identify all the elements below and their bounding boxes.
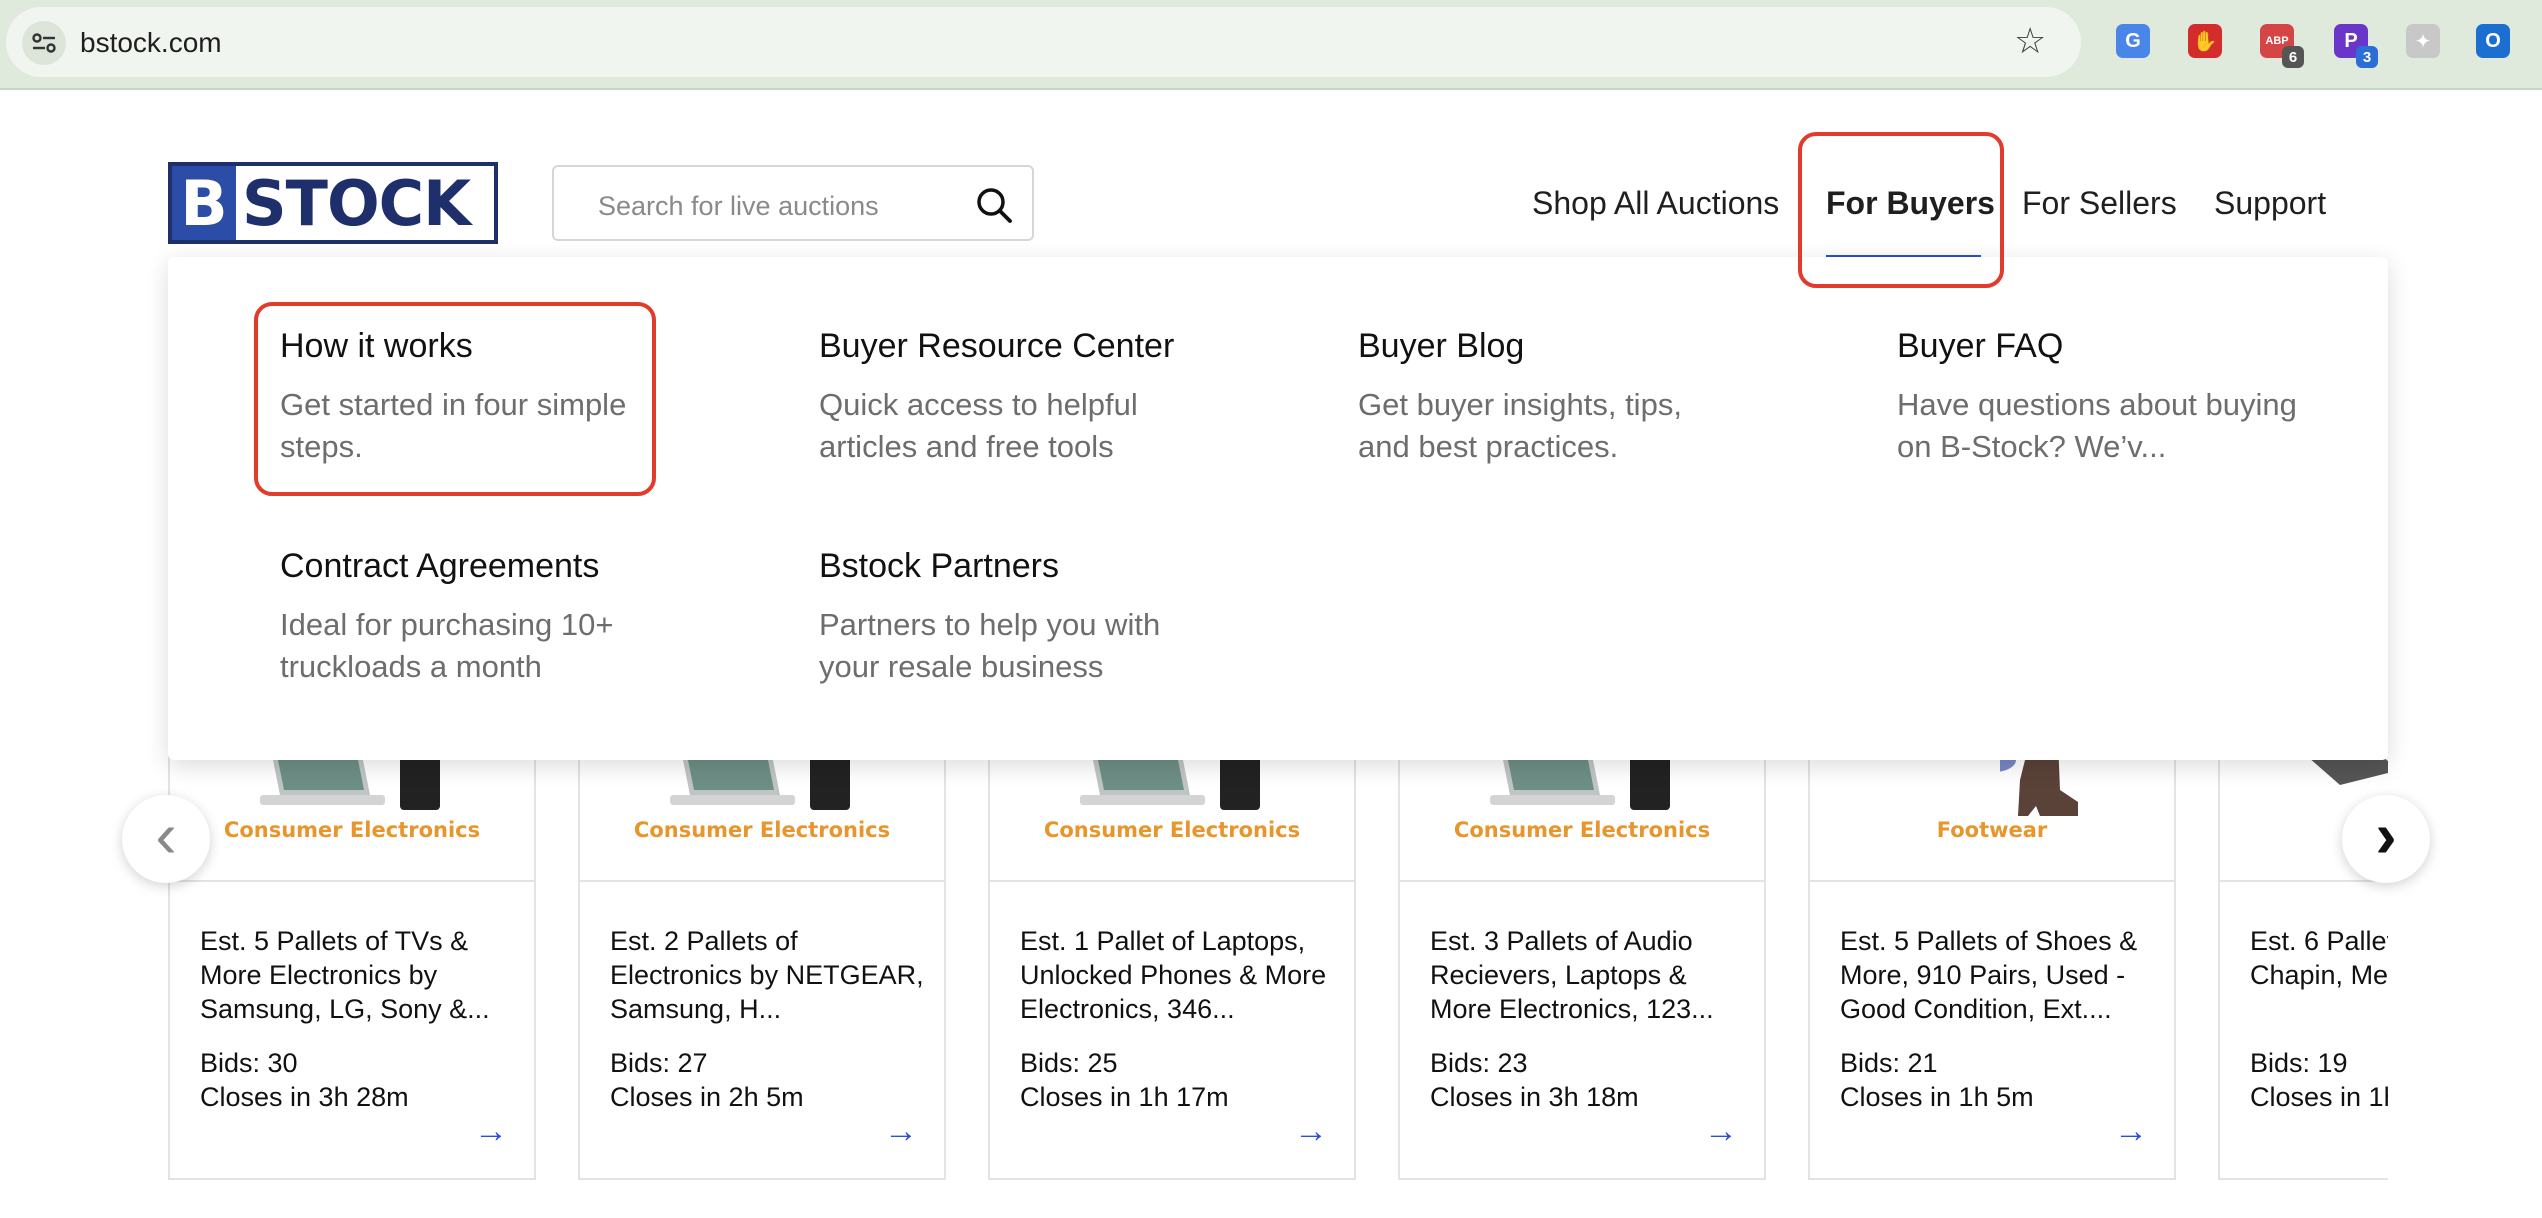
card-title[interactable]: Est. 5 Pallets of TVs & More Electronics… — [200, 924, 520, 1026]
chevron-right-icon: › — [2375, 799, 2397, 871]
dropdown-item-buyer-faq[interactable]: Buyer FAQ Have questions about buying on… — [1897, 327, 2317, 468]
card-closes: Closes in 2h 5m — [610, 1082, 804, 1112]
card-category: Consumer Electronics — [1453, 818, 1711, 842]
annotation-how-it-works — [254, 302, 656, 496]
search-icon[interactable] — [974, 185, 1014, 225]
puzzle-extension-icon[interactable]: ✦ — [2406, 24, 2440, 58]
stop-hand-icon[interactable]: ✋ — [2188, 24, 2222, 58]
outlook-icon[interactable]: O — [2476, 24, 2510, 58]
browser-toolbar: bstock.com ☆ G ✋ ABP 6 P 3 ✦ O — [0, 0, 2542, 90]
card-closes: Closes in 3h 28m — [200, 1082, 409, 1112]
dropdown-item-title: Contract Agreements — [280, 547, 600, 585]
card-title[interactable]: Est. 6 Pallet Improveme Chapin, Me — [2250, 924, 2388, 992]
extension-badge: 3 — [2356, 46, 2378, 68]
dropdown-item-title: Buyer Blog — [1358, 327, 1525, 365]
card-image: Consumer Electronics — [580, 740, 944, 882]
dropdown-item-desc: Quick access to helpful articles and fre… — [819, 387, 1138, 464]
logo-b: B — [172, 166, 236, 240]
phone-image — [1220, 752, 1260, 810]
auction-card[interactable]: Consumer Electronics Est. 3 Pallets of A… — [1398, 740, 1766, 1180]
card-bids: Bids: 23 — [1430, 1048, 1528, 1078]
card-category: Consumer Electronics — [1043, 818, 1301, 842]
card-title[interactable]: Est. 3 Pallets of Audio Recievers, Lapto… — [1430, 924, 1750, 1026]
dropdown-item-desc: Have questions about buying on B-Stock? … — [1897, 387, 2297, 464]
card-bids: Bids: 21 — [1840, 1048, 1938, 1078]
carousel-prev-button[interactable]: ‹ — [122, 795, 210, 883]
carousel-next-button[interactable]: › — [2342, 795, 2430, 883]
card-category: Consumer Electronics — [223, 818, 481, 842]
search-placeholder: Search for live auctions — [598, 191, 879, 221]
arrow-right-icon[interactable]: → — [1294, 1112, 1328, 1151]
card-bids: Bids: 25 — [1020, 1048, 1118, 1078]
arrow-right-icon[interactable]: → — [1704, 1112, 1738, 1151]
dropdown-item-title: Bstock Partners — [819, 547, 1059, 585]
annotation-for-buyers — [1798, 132, 2004, 288]
auction-carousel: Consumer Electronics Est. 5 Pallets of T… — [168, 740, 2388, 1180]
site-settings-icon[interactable] — [22, 21, 66, 65]
card-title[interactable]: Est. 5 Pallets of Shoes & More, 910 Pair… — [1840, 924, 2160, 1026]
card-title[interactable]: Est. 2 Pallets of Electronics by NETGEAR… — [610, 924, 930, 1026]
phone-image — [400, 752, 440, 810]
logo-text: STOCK — [236, 166, 494, 240]
card-image: Consumer Electronics — [1400, 740, 1764, 882]
auction-card[interactable]: Consumer Electronics Est. 1 Pallet of La… — [988, 740, 1356, 1180]
arrow-right-icon[interactable]: → — [2114, 1112, 2148, 1151]
dropdown-item-desc: Ideal for purchasing 10+ truckloads a mo… — [280, 607, 614, 684]
card-closes: Closes in 1h — [2250, 1082, 2388, 1112]
url-text[interactable]: bstock.com — [80, 27, 222, 59]
dropdown-item-title: Buyer Resource Center — [819, 327, 1175, 365]
arrow-right-icon[interactable]: → — [884, 1112, 918, 1151]
dropdown-item-title: Buyer FAQ — [1897, 327, 2064, 365]
translate-icon[interactable]: G — [2116, 24, 2150, 58]
card-bids: Bids: 27 — [610, 1048, 708, 1078]
dropdown-item-buyer-resource-center[interactable]: Buyer Resource Center Quick access to he… — [819, 327, 1239, 468]
card-image: Consumer Electronics — [990, 740, 1354, 882]
card-bids: Bids: 30 — [200, 1048, 298, 1078]
card-category: Consumer Electronics — [633, 818, 891, 842]
card-closes: Closes in 3h 18m — [1430, 1082, 1639, 1112]
auction-card[interactable]: Consumer Electronics Est. 5 Pallets of T… — [168, 740, 536, 1180]
card-title[interactable]: Est. 1 Pallet of Laptops, Unlocked Phone… — [1020, 924, 1340, 1026]
phone-image — [1630, 752, 1670, 810]
card-category: Footwear — [1936, 818, 2048, 842]
adblock-icon[interactable]: ABP 6 — [2260, 24, 2304, 68]
dropdown-item-contract-agreements[interactable]: Contract Agreements Ideal for purchasing… — [280, 547, 700, 688]
address-bar[interactable]: bstock.com ☆ — [6, 7, 2081, 77]
search-input[interactable]: Search for live auctions — [552, 165, 1034, 241]
phone-image — [810, 752, 850, 810]
p-extension-icon[interactable]: P3 — [2334, 24, 2378, 68]
nav-for-sellers[interactable]: For Sellers — [2022, 185, 2177, 222]
card-closes: Closes in 1h 17m — [1020, 1082, 1229, 1112]
dropdown-item-desc: Partners to help you with your resale bu… — [819, 607, 1161, 684]
chevron-left-icon: ‹ — [155, 799, 177, 871]
card-image: Footwear — [1810, 740, 2174, 882]
dropdown-item-buyer-blog[interactable]: Buyer Blog Get buyer insights, tips, and… — [1358, 327, 1778, 468]
nav-support[interactable]: Support — [2214, 185, 2326, 222]
arrow-right-icon[interactable]: → — [474, 1112, 508, 1151]
card-image: Consumer Electronics — [170, 740, 534, 882]
card-closes: Closes in 1h 5m — [1840, 1082, 2034, 1112]
auction-card[interactable]: Footwear Est. 5 Pallets of Shoes & More,… — [1808, 740, 2176, 1180]
card-bids: Bids: 19 — [2250, 1048, 2348, 1078]
bookmark-star-icon[interactable]: ☆ — [2014, 23, 2046, 59]
nav-shop-all-auctions[interactable]: Shop All Auctions — [1532, 185, 1779, 222]
auction-card[interactable]: Consumer Electronics Est. 2 Pallets of E… — [578, 740, 946, 1180]
bstock-logo[interactable]: B STOCK — [168, 162, 498, 244]
extension-badge: 6 — [2282, 46, 2304, 68]
dropdown-item-bstock-partners[interactable]: Bstock Partners Partners to help you wit… — [819, 547, 1239, 688]
dropdown-item-desc: Get buyer insights, tips, and best pract… — [1358, 387, 1682, 464]
